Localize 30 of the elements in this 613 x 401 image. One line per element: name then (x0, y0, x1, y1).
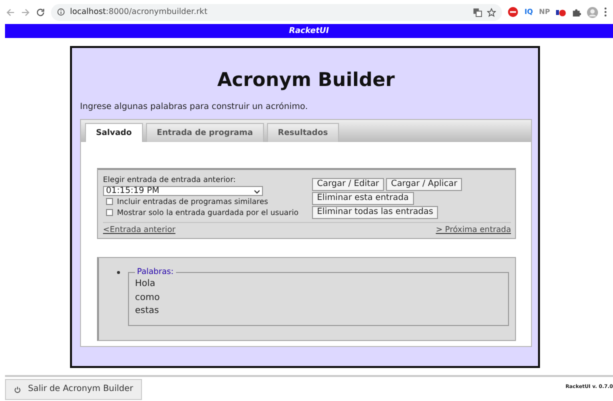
action-button[interactable]: Cargar / Editar (312, 178, 384, 192)
info-icon[interactable] (57, 8, 65, 16)
banner-title: RacketUI (5, 24, 613, 38)
tab[interactable]: Resultados (266, 123, 339, 142)
word-text: estas (135, 305, 160, 318)
previous-entry-link[interactable]: <Entrada anterior (103, 224, 176, 236)
reload-icon[interactable] (36, 8, 45, 16)
checkbox[interactable] (106, 209, 113, 216)
tab[interactable]: Salvado (85, 123, 143, 142)
next-entry-link[interactable]: > Próxima entrada (436, 224, 511, 236)
checkbox[interactable] (106, 198, 113, 205)
caret-icon[interactable] (254, 190, 260, 194)
tab[interactable]: Entrada de programa (146, 123, 264, 142)
entry-dropdown[interactable]: 01:15:19 PM (103, 186, 263, 196)
menu-icon[interactable] (604, 7, 607, 17)
app-title: Acronym Builder (216, 68, 396, 93)
extension-icon[interactable] (556, 8, 566, 16)
stop-sign-icon[interactable] (508, 7, 518, 17)
star-icon[interactable] (487, 8, 496, 16)
puzzle-icon[interactable] (572, 8, 581, 16)
instruction-text: Ingrese algunas palabras para construir un acrónimo. (80, 100, 309, 114)
action-button[interactable]: Cargar / Aplicar (386, 178, 462, 192)
word-text: Hola (135, 278, 156, 292)
action-button[interactable]: Eliminar todas las entradas (312, 206, 438, 220)
word-text: como (135, 292, 161, 305)
exit-button[interactable]: Salir de Acronym Builder (5, 379, 142, 400)
bullet-icon (117, 271, 120, 274)
power-icon (14, 386, 21, 393)
fieldset-legend: Palabras: (135, 266, 176, 278)
action-button[interactable]: Eliminar esta entrada (312, 192, 414, 206)
